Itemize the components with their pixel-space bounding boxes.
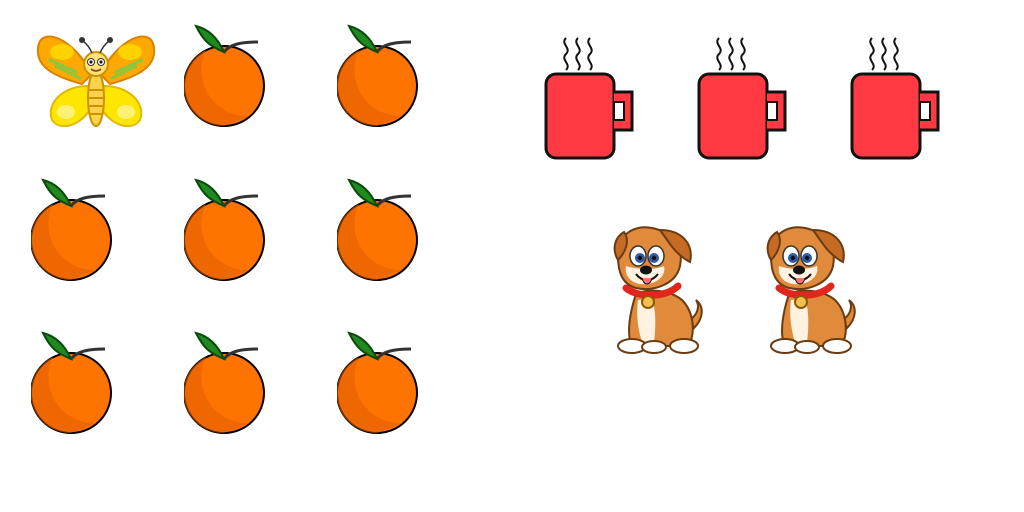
orange-icon xyxy=(337,178,421,282)
steaming-mug-icon xyxy=(850,34,946,160)
orange-icon xyxy=(31,331,115,435)
orange-icon xyxy=(337,24,421,128)
orange-icon xyxy=(184,24,268,128)
puppy-icon xyxy=(761,222,861,354)
counting-scene xyxy=(0,0,1024,512)
butterfly-icon xyxy=(32,26,160,132)
puppy-icon xyxy=(608,222,708,354)
orange-icon xyxy=(31,178,115,282)
orange-icon xyxy=(184,178,268,282)
orange-icon xyxy=(337,331,421,435)
steaming-mug-icon xyxy=(697,34,793,160)
steaming-mug-icon xyxy=(544,34,640,160)
orange-icon xyxy=(184,331,268,435)
